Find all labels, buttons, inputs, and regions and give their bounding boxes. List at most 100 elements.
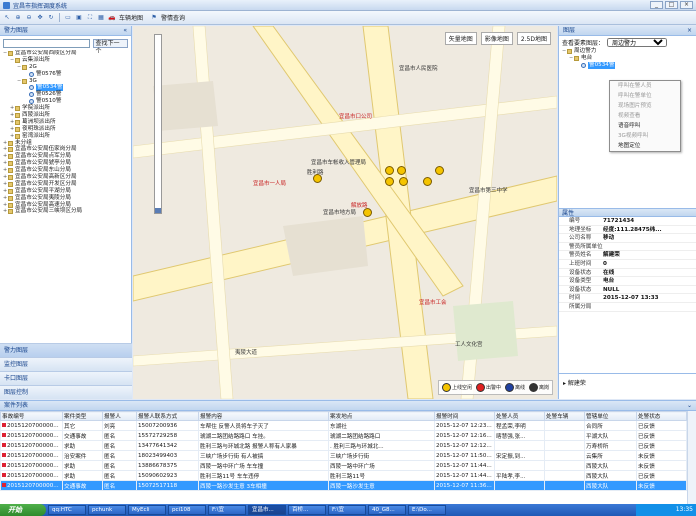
- tree-item[interactable]: + 宜昌市公安局平湖分局: [3, 188, 131, 195]
- table-row[interactable]: 2015120700000... 求助 匿名 13886678375 西陵一路中环广场 …: [0, 460, 687, 471]
- collapse-left-icon[interactable]: «: [123, 26, 127, 36]
- nav-checkpoint-layer[interactable]: 卡口图层: [0, 371, 132, 385]
- column-header[interactable]: 管辖单位: [584, 411, 637, 421]
- maximize-button[interactable]: □: [665, 1, 678, 9]
- vector-map-button[interactable]: 矢量地图: [444, 32, 477, 45]
- column-header[interactable]: 案发地点: [328, 411, 435, 421]
- column-header[interactable]: 报警人联系方式: [136, 411, 199, 421]
- start-button[interactable]: 开始: [0, 504, 46, 516]
- table-row[interactable]: 2015120700000... 求助 匿名 13477641342 胜利三路与环城北路…: [0, 440, 687, 451]
- tree-item[interactable]: + 宜昌市公安局夷陵分局: [3, 195, 131, 202]
- case-table-scrollbar[interactable]: [687, 411, 696, 505]
- layer-select[interactable]: 周边警力: [607, 37, 668, 47]
- nav-monitor-layer[interactable]: 监控图层: [0, 357, 132, 371]
- taskbar-button[interactable]: F:\宜: [208, 505, 246, 515]
- column-header[interactable]: 事故编号: [0, 411, 63, 421]
- fullscreen-icon[interactable]: ⛶: [86, 14, 94, 22]
- find-next-button[interactable]: 查找下一个: [92, 38, 128, 55]
- police-marker[interactable]: [435, 166, 444, 175]
- layer-tree-item[interactable]: 警0534警: [559, 61, 696, 69]
- zoom-slider-knob[interactable]: [155, 208, 161, 213]
- zoom-slider[interactable]: [154, 34, 162, 214]
- alert-icon[interactable]: ⚑: [150, 14, 158, 22]
- tree-item[interactable]: − 云集派出所: [3, 57, 131, 64]
- clear-icon[interactable]: ▣: [75, 14, 83, 22]
- police-marker[interactable]: [397, 166, 406, 175]
- column-header[interactable]: 报警时间: [434, 411, 495, 421]
- property-row[interactable]: 上班时间 0: [559, 260, 696, 269]
- taskbar-button[interactable]: E:\Do...: [408, 505, 446, 515]
- tree-item[interactable]: + 窑湾派出所: [3, 133, 131, 140]
- table-row[interactable]: 2015120700000... 交通事故 匿名 15072517118 西陵一路沙发生…: [0, 480, 687, 491]
- tree-item[interactable]: + 夜明珠派出所: [3, 126, 131, 133]
- table-row[interactable]: 2015120700000... 其它 刘亮 15007200936 车帮住 反警人员将…: [0, 420, 687, 431]
- pan-icon[interactable]: ✥: [36, 14, 44, 22]
- property-row[interactable]: 公司名称 移动: [559, 234, 696, 243]
- zoom-in-icon[interactable]: ⊕: [14, 14, 22, 22]
- taskbar-button[interactable]: qq:HTC: [48, 505, 86, 515]
- tree-item[interactable]: + 葛洲坝派出所: [3, 119, 131, 126]
- incident-query-button[interactable]: 警情查询: [161, 13, 185, 22]
- context-menu-item[interactable]: 呼叫在警单位: [610, 91, 680, 101]
- police-marker[interactable]: [399, 177, 408, 186]
- police-marker[interactable]: [313, 174, 322, 183]
- column-header[interactable]: 处警车辆: [544, 411, 585, 421]
- tree-item[interactable]: 警0576警: [3, 71, 131, 78]
- police-marker[interactable]: [385, 177, 394, 186]
- property-row[interactable]: 编号 71721434: [559, 217, 696, 226]
- table-row[interactable]: 2015120700000... 治安案件 匿名 18023499403 三峡广场步行街…: [0, 450, 687, 461]
- map-view[interactable]: 矢量地图 影像地图 2.5D地图 宜昌市车帐收入管理局 宜昌市一人局 宜昌市地方…: [133, 26, 557, 399]
- pointer-icon[interactable]: ↖: [3, 14, 11, 22]
- context-menu-item[interactable]: 语音呼叫: [610, 121, 680, 131]
- tree-item[interactable]: + 宜昌市公安局三峡坝区分局: [3, 208, 131, 215]
- tree-item[interactable]: − 宜昌市公安局西陵区分局: [3, 50, 131, 57]
- taskbar-button[interactable]: MyEcli: [128, 505, 166, 515]
- police-marker[interactable]: [423, 177, 432, 186]
- taskbar-button[interactable]: pchunk: [88, 505, 126, 515]
- nav-police-layer[interactable]: 警力图层: [0, 343, 132, 357]
- police-marker[interactable]: [363, 208, 372, 217]
- taskbar-button[interactable]: pci108: [168, 505, 206, 515]
- taskbar-button-active[interactable]: 宜昌市...: [248, 505, 286, 515]
- zoom-out-icon[interactable]: ⊖: [25, 14, 33, 22]
- grid-icon[interactable]: ▦: [97, 14, 105, 22]
- tree-item[interactable]: + 西陵派出所: [3, 112, 131, 119]
- column-header[interactable]: 处警状态: [636, 411, 687, 421]
- column-header[interactable]: 案件类型: [62, 411, 103, 421]
- context-menu-item[interactable]: 视频查看: [610, 111, 680, 121]
- tree-search-input[interactable]: [3, 38, 90, 48]
- context-menu-item[interactable]: 呼叫在警人员: [610, 81, 680, 91]
- column-header[interactable]: 报警人: [102, 411, 137, 421]
- layer-tree-item[interactable]: − 周边警力: [559, 48, 696, 55]
- table-row[interactable]: 2015120700000... 交通事故 匿名 15572729258 琥湖二路团结路…: [0, 430, 687, 441]
- tree-item[interactable]: −3G: [3, 78, 131, 85]
- property-row[interactable]: 时间 2015-12-07 13:33: [559, 294, 696, 303]
- property-row[interactable]: 地理坐标 经度:111.28475纬...: [559, 226, 696, 235]
- property-row[interactable]: 所属分局: [559, 303, 696, 312]
- car-icon[interactable]: 🚗: [108, 14, 116, 22]
- context-menu-item[interactable]: 现场图片预览: [610, 101, 680, 111]
- property-row[interactable]: 警员所属单位: [559, 243, 696, 252]
- 2-5d-map-button[interactable]: 2.5D地图: [516, 32, 551, 45]
- measure-icon[interactable]: ▭: [64, 14, 72, 22]
- tree-item[interactable]: + 宜昌市公安局高新区分局: [3, 174, 131, 181]
- tree-item[interactable]: + 宜昌市公安局东山分局: [3, 167, 131, 174]
- nav-layer-control[interactable]: 图层控制: [0, 385, 132, 399]
- tree-item[interactable]: 警0526警: [3, 91, 131, 98]
- close-right-icon[interactable]: ×: [687, 26, 692, 36]
- police-marker[interactable]: [385, 166, 394, 175]
- column-header[interactable]: 处警人员: [494, 411, 545, 421]
- tree-item[interactable]: + 宜昌市公安局开发区分局: [3, 181, 131, 188]
- property-row[interactable]: 设备类型 电台: [559, 277, 696, 286]
- column-header[interactable]: 报警内容: [198, 411, 329, 421]
- taskbar-button[interactable]: 百桥...: [288, 505, 326, 515]
- property-row[interactable]: 设备状态 NULL: [559, 286, 696, 295]
- close-button[interactable]: ×: [680, 1, 693, 9]
- refresh-icon[interactable]: ↻: [47, 14, 55, 22]
- collapse-grid-icon[interactable]: ⌄: [687, 401, 692, 411]
- context-menu-item[interactable]: 地图定位: [610, 141, 680, 151]
- tree-item[interactable]: −2G: [3, 64, 131, 71]
- satellite-map-button[interactable]: 影像地图: [480, 32, 513, 45]
- layer-tree-item[interactable]: − 电台: [559, 55, 696, 62]
- tree-item[interactable]: + 学院派出所: [3, 105, 131, 112]
